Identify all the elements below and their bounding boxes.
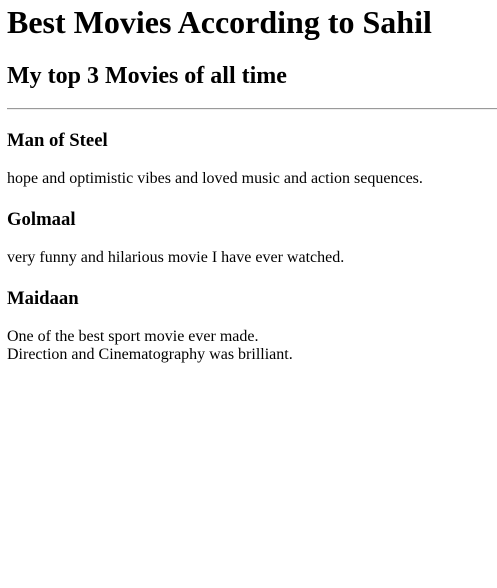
- movie-title: Maidaan: [7, 288, 79, 309]
- movie-description: hope and optimistic vibes and loved musi…: [7, 152, 497, 188]
- movie-entry-golmaal: Golmaal very funny and hilarious movie I…: [7, 188, 497, 267]
- page: Best Movies According to Sahil My top 3 …: [0, 0, 497, 364]
- movie-entry-maidaan: Maidaan One of the best sport movie ever…: [7, 267, 497, 364]
- movie-entry-man-of-steel: Man of Steel hope and optimistic vibes a…: [7, 110, 497, 188]
- movie-title: Golmaal: [7, 209, 76, 230]
- movie-description-line: very funny and hilarious movie I have ev…: [7, 249, 345, 266]
- movie-title: Man of Steel: [7, 130, 108, 151]
- movie-description: One of the best sport movie ever made. D…: [7, 310, 497, 364]
- movie-description: very funny and hilarious movie I have ev…: [7, 231, 497, 267]
- movie-description-line: One of the best sport movie ever made.: [7, 328, 259, 345]
- movie-description-line: hope and optimistic vibes and loved musi…: [7, 170, 423, 187]
- page-subtitle: My top 3 Movies of all time: [7, 63, 287, 89]
- page-title: Best Movies According to Sahil: [7, 4, 432, 40]
- movie-description-line: Direction and Cinematography was brillia…: [7, 346, 293, 363]
